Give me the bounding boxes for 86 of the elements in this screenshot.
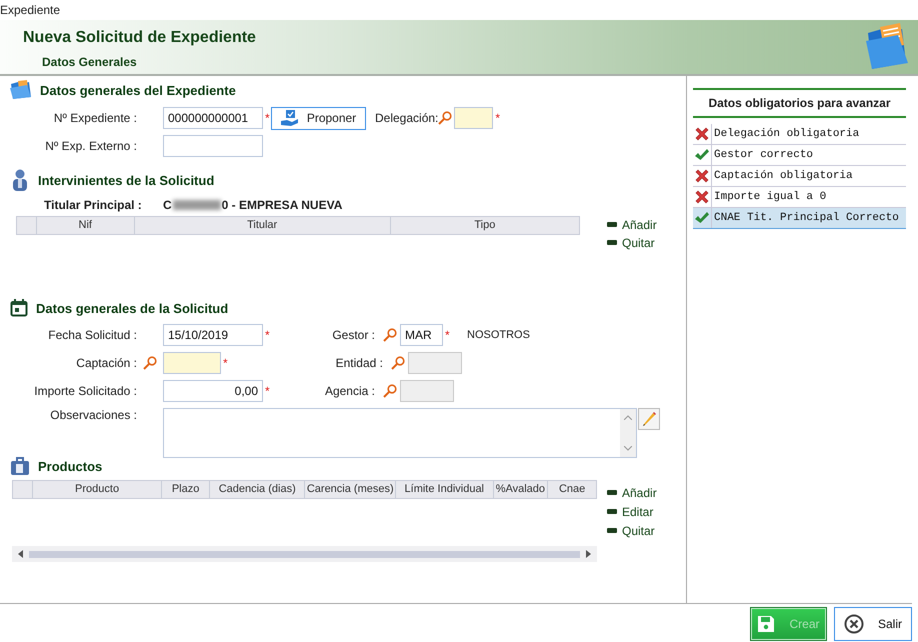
amount-field[interactable]: 0,00 xyxy=(163,380,263,402)
dash-icon xyxy=(607,528,617,533)
hand-document-icon xyxy=(280,110,299,126)
external-number-field[interactable] xyxy=(163,135,263,157)
field-label: Observaciones : xyxy=(50,408,137,422)
action-link[interactable]: Añadir xyxy=(607,484,657,501)
page-subtitle: Datos Generales xyxy=(42,55,138,69)
field-label: Delegación: xyxy=(375,111,438,125)
calendar-icon xyxy=(10,299,28,317)
titular-value: 0 - EMPRESA NUEVA xyxy=(222,198,342,212)
dash-icon xyxy=(607,490,617,495)
blurred-text xyxy=(172,200,221,210)
page-title: Nueva Solicitud de Expediente xyxy=(23,29,256,47)
dash-icon xyxy=(607,240,617,245)
required-mark: * xyxy=(265,328,271,342)
close-icon xyxy=(844,614,864,634)
delegacion-field[interactable] xyxy=(454,107,494,129)
captacion-field[interactable] xyxy=(163,352,221,374)
date-field[interactable]: 15/10/2019 xyxy=(163,324,263,346)
column-header[interactable]: Límite Individual xyxy=(396,481,494,498)
column-header[interactable]: %Avalado xyxy=(494,481,548,498)
check-icon xyxy=(694,148,710,162)
section-title: Productos xyxy=(38,458,102,474)
cross-icon xyxy=(694,168,710,184)
cross-icon xyxy=(694,189,710,205)
required-mark: * xyxy=(495,111,502,125)
search-icon[interactable] xyxy=(383,328,397,342)
column-header[interactable]: Tipo xyxy=(390,217,580,234)
column-header[interactable]: Carencia (meses) xyxy=(305,481,396,498)
observations-field[interactable] xyxy=(163,408,637,458)
scrollbar[interactable] xyxy=(12,546,597,562)
required-mark: * xyxy=(265,111,271,125)
field-label: Importe Solicitado : xyxy=(34,384,137,398)
field-label: Titular Principal : xyxy=(44,198,143,212)
right-arrow-icon xyxy=(586,550,591,558)
briefcase-icon xyxy=(10,457,30,475)
panel-title: Datos obligatorios para avanzar xyxy=(693,88,906,118)
column-header[interactable]: Cadencia (dias) xyxy=(210,481,306,498)
expediente-number-field[interactable]: 000000000001 xyxy=(163,107,263,129)
window-title: Expediente xyxy=(0,3,60,17)
folder-icon xyxy=(10,80,32,100)
validation-item[interactable]: Gestor correcto xyxy=(693,145,906,166)
search-icon[interactable] xyxy=(143,356,157,370)
field-label: Nº Expediente : xyxy=(54,111,137,125)
required-mark: * xyxy=(445,328,451,342)
pencil-icon xyxy=(641,411,657,427)
validation-item[interactable]: Captación obligatoria xyxy=(693,166,906,187)
check-icon xyxy=(694,211,710,225)
action-link[interactable]: Editar xyxy=(607,503,657,520)
action-link[interactable]: Añadir xyxy=(607,216,657,233)
section-title: Datos generales del Expediente xyxy=(40,82,236,98)
field-label: Captación : xyxy=(76,356,137,370)
save-icon xyxy=(757,615,776,633)
field-label: Gestor : xyxy=(332,328,375,342)
dash-icon xyxy=(607,509,617,514)
validation-item[interactable]: CNAE Tit. Principal Correcto xyxy=(693,208,906,229)
required-mark: * xyxy=(265,384,271,398)
section-title: Datos generales de la Solicitud xyxy=(36,300,228,316)
field-label: Fecha Solicitud : xyxy=(48,328,137,342)
field-label: Entidad : xyxy=(336,356,383,370)
column-header[interactable]: Producto xyxy=(32,481,162,498)
search-icon[interactable] xyxy=(391,356,405,370)
column-header[interactable]: Plazo xyxy=(162,481,210,498)
proponer-button[interactable]: Proponer xyxy=(271,106,366,130)
required-mark: * xyxy=(223,356,229,370)
column-header[interactable]: Nif xyxy=(36,217,135,234)
column-header[interactable]: Titular xyxy=(134,217,391,234)
left-arrow-icon xyxy=(18,550,23,558)
scrollbar[interactable] xyxy=(620,409,636,457)
search-icon[interactable] xyxy=(438,111,452,125)
dash-icon xyxy=(607,222,617,227)
validation-item[interactable]: Delegación obligatoria xyxy=(693,124,906,145)
action-link[interactable]: Quitar xyxy=(607,234,657,251)
field-label: Agencia : xyxy=(324,384,375,398)
edit-button[interactable] xyxy=(638,408,660,430)
section-title: Intervinientes de la Solicitud xyxy=(38,172,214,188)
column-header[interactable]: Cnae xyxy=(548,481,596,498)
search-icon[interactable] xyxy=(383,384,397,398)
titular-value: C xyxy=(163,198,172,212)
cross-icon xyxy=(694,126,710,142)
person-icon xyxy=(10,169,30,191)
field-label: Nº Exp. Externo : xyxy=(45,139,137,153)
gestor-field[interactable]: MAR xyxy=(400,324,443,346)
exit-button[interactable]: Salir xyxy=(834,607,912,641)
gestor-name: NOSOTROS xyxy=(467,329,530,341)
action-link[interactable]: Quitar xyxy=(607,522,657,539)
